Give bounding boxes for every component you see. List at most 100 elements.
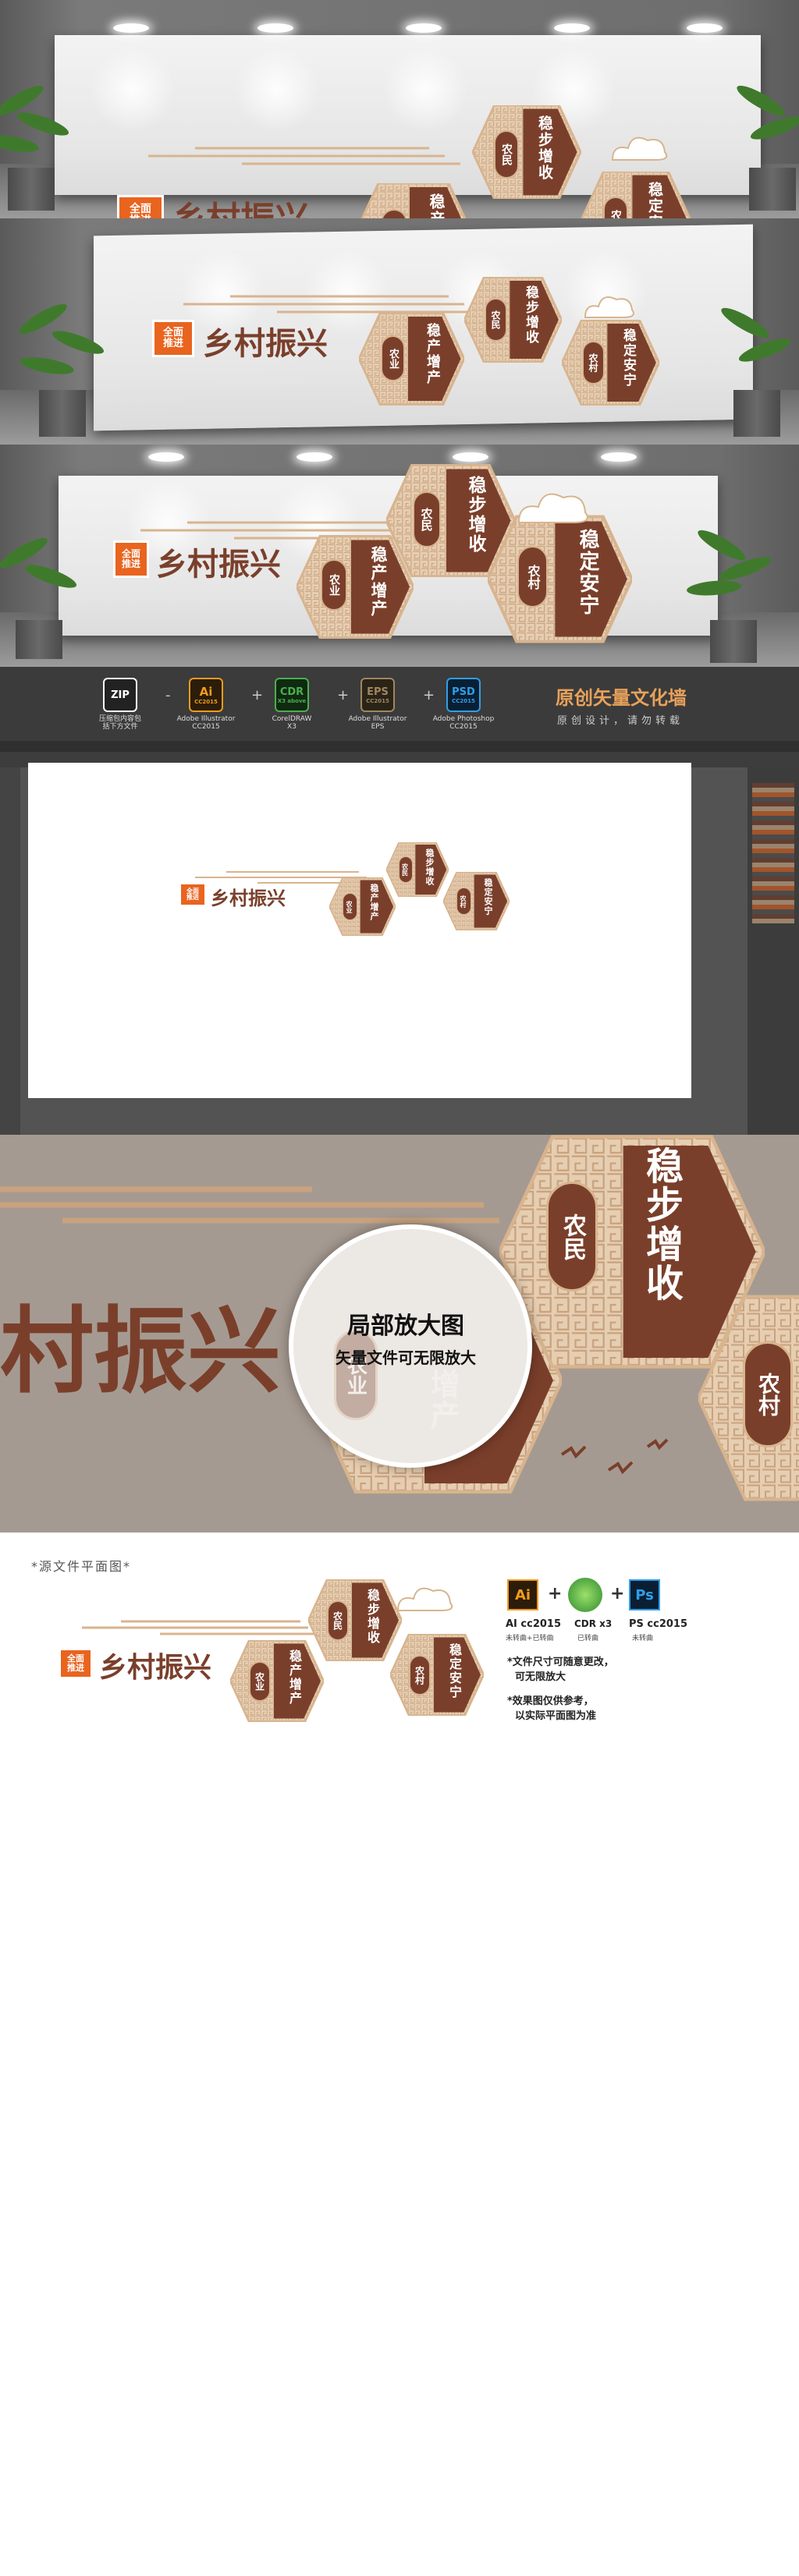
pill-nongcun: 农村 bbox=[743, 1341, 793, 1447]
coreldraw-icon bbox=[568, 1578, 602, 1612]
spotlight bbox=[601, 452, 637, 462]
pill-nongcun: 农村 bbox=[582, 341, 605, 384]
badge-quanmian: 全面推进 bbox=[113, 540, 149, 578]
title-xiangcun: 乡村振兴 bbox=[172, 191, 309, 218]
hexagon-nongye bbox=[359, 312, 464, 406]
text-wendinganning: 稳定安宁 bbox=[576, 529, 599, 616]
pill-nongye: 农业 bbox=[334, 1330, 378, 1420]
badge-quanmian: 全面推进 bbox=[117, 195, 164, 218]
pill-nongcun: 农村 bbox=[456, 888, 471, 915]
zoom-label-line2: 矢量文件可无限放大 bbox=[336, 1348, 476, 1367]
text-wenbuzengshou: 稳步增收 bbox=[523, 285, 538, 345]
psd-label: Adobe Photoshop CC2015 bbox=[432, 715, 495, 732]
potted-plant bbox=[686, 515, 780, 663]
cloud-icon bbox=[517, 493, 588, 523]
potted-plant bbox=[0, 530, 86, 659]
swallow-birds bbox=[560, 1438, 669, 1475]
hexagon-nongcun bbox=[488, 515, 632, 643]
title-xiangcun: 乡村振兴 bbox=[211, 887, 286, 909]
mockup-scene-3: 全面 推进 乡村振兴 农业 稳产增产 农民 稳步增收 农村 稳定安宁 bbox=[0, 445, 799, 667]
spotlight bbox=[148, 452, 184, 462]
swatches-panel bbox=[748, 767, 799, 1135]
photoshop-icon: PSD CC2015 bbox=[446, 678, 481, 712]
pill-nongye: 农业 bbox=[321, 559, 347, 611]
pill-nongcun: 农村 bbox=[603, 197, 628, 218]
hexagon-nongmin bbox=[472, 105, 581, 199]
illustrator-workspace: 全面 推进 乡村振兴 农业 稳产增产 农民 稳步增收 农村 稳定安宁 bbox=[0, 741, 799, 1135]
note-resize-line1: *文件尺寸可随意更改， bbox=[507, 1657, 614, 1668]
zip-icon: ZIP bbox=[103, 678, 137, 712]
text-wenbuzengshou: 稳步增收 bbox=[465, 476, 486, 554]
promo-subtitle: 原创设计，请勿转载 bbox=[557, 715, 684, 727]
potted-plant bbox=[16, 281, 109, 437]
dash-symbol: - bbox=[165, 687, 171, 703]
hexagon-nongye bbox=[360, 183, 467, 218]
text-wenbuzengshou: 稳步增收 bbox=[424, 849, 435, 886]
note-reference-line2: 以实际平面图为准 bbox=[515, 1710, 597, 1722]
pill-nongcun: 农村 bbox=[409, 1655, 431, 1695]
text-wendinganning: 稳定安宁 bbox=[646, 182, 663, 218]
hexagon-nongcun bbox=[443, 872, 510, 930]
pill-nongcun: 农村 bbox=[517, 546, 548, 608]
cloud-icon bbox=[584, 296, 634, 318]
badge-quanmian: 全面推进 bbox=[179, 883, 206, 906]
ai-label: Adobe Illustrator CC2015 bbox=[176, 715, 236, 732]
pill-nongye: 农业 bbox=[343, 893, 357, 920]
note-resize-line2: 可无限放大 bbox=[515, 1671, 566, 1683]
text-wenchanzengchan: 稳产增产 bbox=[424, 323, 441, 385]
illustrator-icon: Ai CC2015 bbox=[189, 678, 223, 712]
hexagon-nongcun bbox=[390, 1634, 484, 1716]
promo-heading: 原创矢量文化墙 bbox=[556, 687, 687, 709]
plus-symbol: + bbox=[251, 687, 264, 703]
light-glow bbox=[234, 47, 320, 133]
potted-plant bbox=[710, 281, 799, 437]
pill-nongmin: 农民 bbox=[399, 856, 413, 883]
source-flat-panel: *源文件平面图* 全面 推进 乡村振兴 农业 稳产增产 农民 稳步增收 农村 稳定… bbox=[0, 1532, 799, 2576]
badge-quanmian: 全面推进 bbox=[152, 320, 194, 357]
hexagon-nongmin bbox=[386, 842, 449, 897]
pill-nongye: 农业 bbox=[381, 335, 405, 381]
tools-panel bbox=[0, 767, 20, 1135]
ps-version-label: PS cc2015 bbox=[629, 1618, 688, 1630]
note-reference-line1: *效果图仅供参考， bbox=[507, 1695, 594, 1707]
cloud-icon bbox=[396, 1587, 453, 1611]
spotlight bbox=[687, 23, 723, 33]
photoshop-icon: Ps bbox=[629, 1579, 660, 1610]
text-wenchanzengchan: 稳产增产 bbox=[369, 884, 379, 921]
title-xiangcun: 乡村振兴 bbox=[156, 546, 281, 583]
pill-nongmin: 农民 bbox=[413, 491, 441, 547]
pill-nongmin: 农民 bbox=[327, 1600, 349, 1641]
title-xiangcun: 乡村振兴 bbox=[99, 1651, 212, 1684]
cdr-version-note: 已转曲 bbox=[577, 1635, 599, 1642]
hexagon-nongcun bbox=[562, 320, 659, 406]
plus-symbol: + bbox=[423, 687, 435, 703]
hexagon-nongmin bbox=[464, 277, 562, 363]
text-wendinganning: 稳定安宁 bbox=[620, 328, 636, 388]
text-wendinganning: 稳定安宁 bbox=[483, 878, 493, 916]
cloud-lines bbox=[82, 1620, 324, 1635]
plus-symbol: + bbox=[610, 1584, 625, 1603]
coreldraw-icon: CDR X3 above bbox=[275, 678, 309, 712]
ai-icon: Ai bbox=[507, 1579, 538, 1610]
text-wendinganning: 稳定安宁 bbox=[447, 1643, 462, 1699]
zoom-label-line1: 局部放大图 bbox=[347, 1313, 464, 1340]
source-caption: *源文件平面图* bbox=[31, 1559, 132, 1574]
ai-version-label: AI cc2015 bbox=[506, 1618, 562, 1630]
mockup-scene-2: 全面 推进 乡村振兴 农业 稳产增产 农民 稳步增收 农村 稳定安宁 bbox=[0, 218, 799, 445]
zoom-title-partial: 村振兴 bbox=[0, 1296, 281, 1406]
spotlight bbox=[297, 452, 332, 462]
hexagon-nongmin bbox=[308, 1579, 402, 1661]
mockup-scene-1: 全面推进 乡村振兴 农业 稳产增产 农民 稳步增收 农村 稳定安宁 bbox=[0, 0, 799, 218]
cloud-lines bbox=[0, 1186, 499, 1224]
spotlight bbox=[554, 23, 590, 33]
badge-quanmian: 全面推进 bbox=[59, 1648, 93, 1679]
cloud-lines bbox=[148, 147, 460, 165]
ps-version-note: 未转曲 bbox=[632, 1635, 654, 1642]
spotlight bbox=[113, 23, 149, 33]
pill-nongye: 农业 bbox=[249, 1661, 271, 1702]
potted-plant bbox=[726, 62, 799, 211]
spotlight bbox=[406, 23, 442, 33]
software-format-bar: ZIP 压缩包内容包 括下方文件 - Ai CC2015 Adobe Illustr… bbox=[0, 667, 799, 741]
light-glow bbox=[382, 47, 468, 133]
pill-nongmin: 农民 bbox=[485, 298, 507, 342]
